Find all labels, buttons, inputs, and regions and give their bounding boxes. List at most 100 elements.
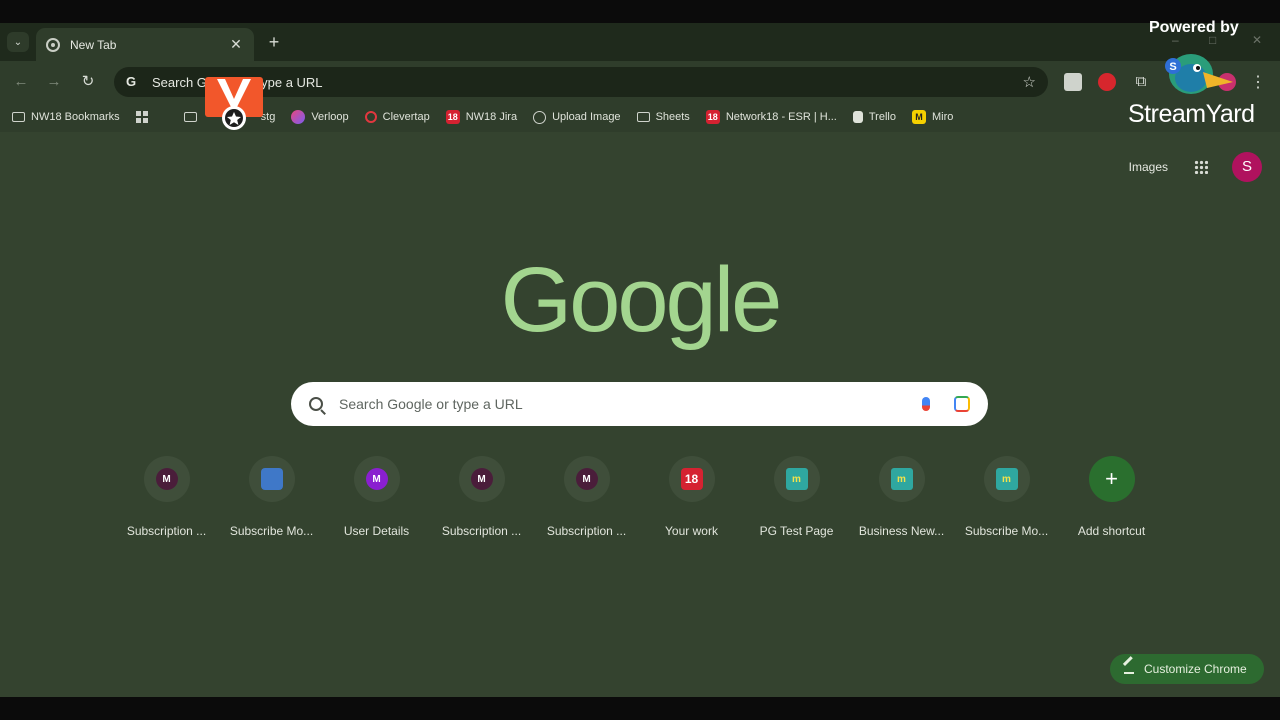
shortcut-icon-circle: M [353, 456, 400, 502]
shortcut-favicon-icon: m [995, 468, 1018, 490]
shortcut-label: Subscribe Mo... [964, 524, 1049, 538]
extensions-puzzle-icon[interactable]: ⧉ [1132, 73, 1150, 91]
toolbar: ← → ↻ G Search Google or type a URL ☆ ⧉ … [0, 61, 1280, 102]
bookmark-star-icon[interactable]: ☆ [1023, 73, 1036, 91]
shortcut-icon-circle: m [878, 456, 925, 502]
google-apps-icon[interactable] [1194, 160, 1208, 174]
bookmark-trello[interactable]: Trello [852, 111, 896, 123]
bookmark-label: Miro [931, 111, 954, 123]
verloop-icon [291, 110, 306, 124]
shortcut-label: Subscribe Mo... [229, 524, 314, 538]
shortcut-icon-circle [248, 456, 295, 502]
bookmark-sheets[interactable]: Sheets [636, 111, 690, 123]
bookmarks-bar: NW18 Bookmarks stg Verloop Clevertap 18 … [0, 102, 1280, 132]
shortcut-favicon-icon: m [785, 468, 808, 490]
bookmark-apps[interactable] [135, 111, 154, 123]
shortcut-tile[interactable]: M Subscription ... [114, 456, 219, 538]
bookmark-label: NW18 Jira [465, 111, 518, 123]
shortcut-favicon-icon: 18 [680, 468, 703, 490]
shortcut-tile[interactable]: M Subscription ... [429, 456, 534, 538]
search-box[interactable]: Search Google or type a URL [291, 382, 988, 426]
clevertap-icon [364, 111, 377, 123]
streamyard-duck-logo-icon: S [1165, 54, 1233, 94]
globe-icon [533, 110, 547, 124]
network18-icon: 18 [705, 110, 720, 124]
shortcut-favicon-icon: m [890, 468, 913, 490]
shortcut-tile[interactable]: Subscribe Mo... [219, 456, 324, 538]
shortcut-icon-circle: 18 [668, 456, 715, 502]
shortcut-label: Subscription ... [441, 524, 522, 538]
google-g-icon: G [126, 74, 137, 89]
reload-button[interactable]: ↻ [77, 71, 99, 93]
back-button[interactable]: ← [10, 71, 32, 93]
shortcut-favicon-icon: M [155, 468, 178, 490]
bookmark-upload-image[interactable]: Upload Image [533, 110, 621, 124]
address-bar-text[interactable]: Search Google or type a URL [152, 75, 1023, 90]
shortcut-tile[interactable]: M Subscription ... [534, 456, 639, 538]
bookmark-label: Upload Image [552, 111, 621, 123]
images-link[interactable]: Images [1129, 160, 1168, 174]
bookmark-network18-esr[interactable]: 18 Network18 - ESR | H... [705, 110, 837, 124]
shortcut-icon-circle: M [143, 456, 190, 502]
bookmark-miro[interactable]: M Miro [911, 110, 954, 124]
shortcut-label: Subscription ... [546, 524, 627, 538]
google-lens-icon[interactable] [954, 396, 970, 412]
plus-icon: + [1088, 456, 1135, 502]
folder-icon [636, 112, 650, 122]
window-close-icon[interactable]: ✕ [1252, 33, 1262, 47]
shortcut-icon-circle: m [983, 456, 1030, 502]
bookmark-label: Sheets [655, 111, 690, 123]
network18-icon: 18 [445, 110, 460, 124]
miro-icon: M [911, 110, 926, 124]
shortcut-icon-circle: M [458, 456, 505, 502]
shortcut-tile[interactable]: m PG Test Page [744, 456, 849, 538]
voice-search-icon[interactable] [922, 397, 930, 411]
extension-hand-icon[interactable] [1098, 73, 1116, 91]
chrome-menu-icon[interactable]: ⋮ [1250, 72, 1266, 92]
shortcut-label: PG Test Page [759, 524, 834, 538]
shortcut-favicon-icon: M [470, 468, 493, 490]
bookmark-label: Verloop [311, 111, 349, 123]
shortcut-icon-circle: m [773, 456, 820, 502]
shortcut-label: Add shortcut [1077, 524, 1146, 538]
new-tab-page: Images S Google Search Google or type a … [0, 132, 1280, 697]
streamyard-logo-text: StreamYard [1128, 100, 1255, 128]
bookmark-nw18-bookmarks[interactable]: NW18 Bookmarks [12, 111, 120, 123]
powered-by-label: Powered by [1149, 19, 1239, 36]
folder-icon [12, 112, 25, 122]
tab-strip: ⌄ New Tab ✕ + [0, 23, 1280, 61]
folder-icon [183, 112, 197, 122]
shortcut-icon-circle: M [563, 456, 610, 502]
forward-button[interactable]: → [43, 71, 65, 93]
shortcut-tile[interactable]: M User Details [324, 456, 429, 538]
bookmark-nw18-jira[interactable]: 18 NW18 Jira [445, 110, 518, 124]
tab-close-icon[interactable]: ✕ [228, 36, 244, 53]
bookmark-label: Clevertap [382, 111, 430, 123]
account-avatar[interactable]: S [1232, 152, 1262, 182]
shortcut-tile[interactable]: m Subscribe Mo... [954, 456, 1059, 538]
chrome-favicon-icon [46, 37, 60, 52]
streamyard-badge: S [1169, 61, 1176, 73]
tab-new-tab[interactable]: New Tab ✕ [36, 28, 254, 61]
extension-qr-icon[interactable] [1064, 73, 1082, 91]
top-letterbox [0, 0, 1280, 23]
shortcut-favicon-icon: M [365, 468, 388, 490]
search-icon [309, 397, 323, 411]
customize-chrome-button[interactable]: Customize Chrome [1110, 654, 1264, 684]
tab-title: New Tab [70, 37, 117, 52]
search-input[interactable]: Search Google or type a URL [339, 396, 922, 412]
shortcut-tile[interactable]: 18 Your work [639, 456, 744, 538]
browser-frame: ⌄ New Tab ✕ + ← → ↻ G Search Google or t… [0, 0, 1280, 720]
bookmark-label: Trello [868, 111, 896, 123]
new-tab-button[interactable]: + [264, 32, 284, 52]
shortcut-label: User Details [343, 524, 410, 538]
shortcut-label: Subscription ... [126, 524, 207, 538]
tab-search-button[interactable]: ⌄ [7, 32, 29, 52]
bookmark-verloop[interactable]: Verloop [291, 110, 349, 124]
shortcut-favicon-icon [260, 468, 283, 490]
shortcut-tile[interactable]: m Business New... [849, 456, 954, 538]
add-shortcut-button[interactable]: + Add shortcut [1059, 456, 1164, 538]
trello-icon [852, 111, 863, 123]
shortcut-icon-circle: + [1088, 456, 1135, 502]
bookmark-clevertap[interactable]: Clevertap [364, 111, 430, 123]
